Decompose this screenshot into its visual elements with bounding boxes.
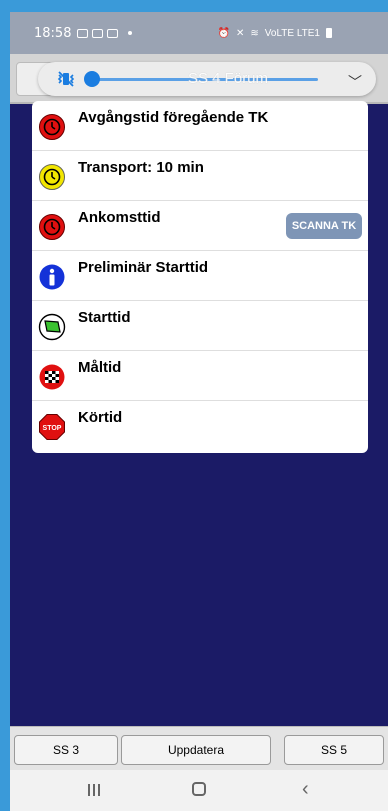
stage-title: SS 4 Förum <box>188 70 269 87</box>
bottom-bar: SS 3 Uppdatera SS 5 <box>10 726 388 770</box>
volume-panel[interactable]: SS 4 Förum ﹀ <box>38 62 376 96</box>
info-icon <box>39 264 65 290</box>
mute-icon: ✕ <box>236 27 245 39</box>
wifi-icon: ≋ <box>250 27 259 39</box>
signal-text: VoLTE LTE1 <box>264 27 320 39</box>
list-item[interactable]: STOP Körtid <box>32 401 368 451</box>
list-item-label: Starttid <box>78 309 131 326</box>
home-icon[interactable] <box>192 782 206 796</box>
gallery-icon <box>77 28 89 38</box>
time-list: Avgångstid föregående TK Transport: 10 m… <box>32 101 368 453</box>
update-button[interactable]: Uppdatera <box>121 735 271 765</box>
stop-sign-icon: STOP <box>39 414 65 440</box>
list-item[interactable]: Preliminär Starttid <box>32 251 368 301</box>
scan-tk-button[interactable]: SCANNA TK <box>286 213 362 239</box>
vibrate-off-icon[interactable] <box>56 69 76 89</box>
list-item-label: Måltid <box>78 359 122 376</box>
alarm-icon: ⏰ <box>217 27 230 39</box>
list-item[interactable]: Ankomsttid SCANNA TK <box>32 201 368 251</box>
system-icons: ⏰ ✕ ≋ VoLTE LTE1 <box>218 28 332 39</box>
list-item-label: Transport: 10 min <box>78 159 204 176</box>
toolbar: SS 4 Förum ﹀ <box>10 54 388 104</box>
recent-apps-icon[interactable] <box>88 784 102 796</box>
image-icon <box>92 28 104 38</box>
list-item-label: Avgångstid föregående TK <box>78 109 269 126</box>
list-item[interactable]: Starttid <box>32 301 368 351</box>
android-nav-bar: ‹ <box>10 770 388 811</box>
red-clock-icon <box>39 114 65 140</box>
green-flag-icon <box>38 313 66 341</box>
checkered-flag-icon <box>39 364 65 390</box>
list-item[interactable]: Avgångstid föregående TK <box>32 101 368 151</box>
chevron-down-icon[interactable]: ﹀ <box>348 72 362 92</box>
prev-stage-button[interactable]: SS 3 <box>14 735 118 765</box>
battery-icon <box>326 28 332 38</box>
status-bar: 18:58 ⏰ ✕ ≋ VoLTE LTE1 <box>10 12 388 54</box>
volume-slider-knob[interactable] <box>84 71 100 87</box>
video-icon <box>107 28 119 38</box>
list-item-label: Ankomsttid <box>78 209 161 226</box>
list-item[interactable]: Måltid <box>32 351 368 401</box>
red-clock-icon <box>39 214 65 240</box>
notification-icons <box>77 28 133 38</box>
yellow-clock-icon <box>39 164 65 190</box>
next-stage-button[interactable]: SS 5 <box>284 735 384 765</box>
phone-screen: 18:58 ⏰ ✕ ≋ VoLTE LTE1 SS 4 Förum ﹀ Avgå… <box>10 12 388 811</box>
list-item[interactable]: Transport: 10 min <box>32 151 368 201</box>
dot-icon <box>128 31 133 35</box>
svg-text:STOP: STOP <box>43 425 62 432</box>
list-item-label: Preliminär Starttid <box>78 259 209 276</box>
status-time: 18:58 <box>34 25 72 41</box>
back-icon[interactable]: ‹ <box>302 778 309 801</box>
list-item-label: Körtid <box>78 409 123 426</box>
